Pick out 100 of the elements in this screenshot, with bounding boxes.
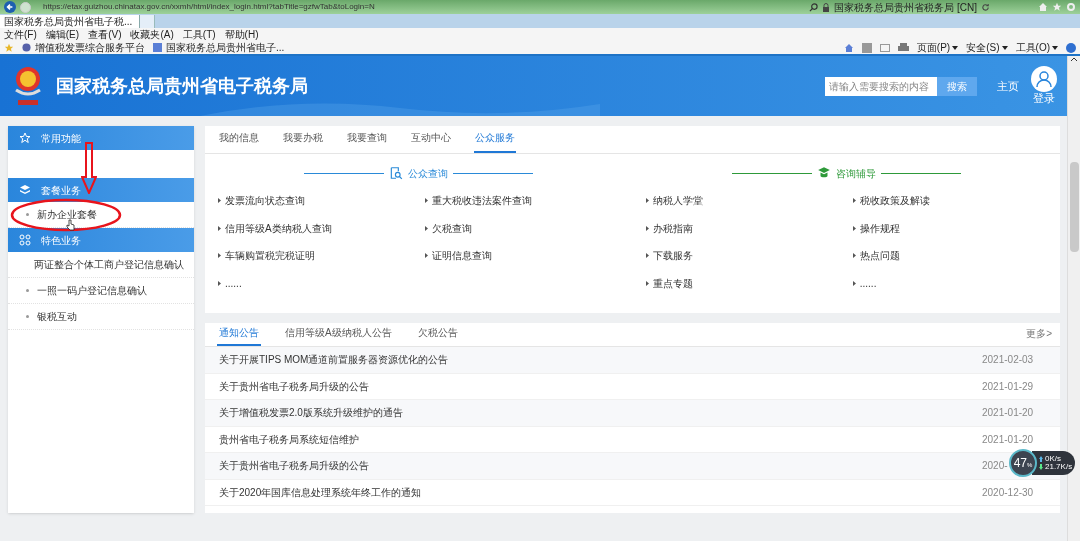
notice-title: 关于2020年国库信息处理系统年终工作的通知 (219, 485, 422, 500)
triangle-icon (218, 198, 221, 204)
sidebar-section-header[interactable]: 套餐业务 (8, 178, 194, 202)
command-menu[interactable]: 安全(S) (966, 42, 1000, 53)
hand-cursor-icon (66, 219, 75, 231)
service-link[interactable]: 操作规程 (859, 220, 900, 236)
down-arrow-annotation (81, 142, 97, 194)
sidebar-section-header[interactable]: 常用功能 (8, 126, 194, 150)
triangle-icon (425, 253, 429, 259)
help-icon[interactable] (1066, 42, 1076, 53)
service-tab[interactable]: 我的信息 (218, 130, 260, 153)
caret-icon[interactable] (1052, 45, 1058, 50)
site-identity[interactable]: 国家税务总局贵州省税务局 [CN] (834, 0, 977, 15)
menu-item[interactable]: 文件(F) (4, 29, 37, 40)
download-arrow-icon (1039, 464, 1043, 470)
scrollbar-thumb[interactable] (1069, 162, 1079, 252)
search-icon[interactable] (809, 2, 819, 12)
notice-date: 2021-01-20 (982, 406, 1034, 421)
triangle-icon (218, 280, 221, 286)
notice-date: 2020- (982, 459, 1008, 474)
notice-title: 关于贵州省电子税务局升级的公告 (219, 379, 369, 394)
service-link[interactable]: ...... (859, 275, 877, 291)
group-heading: 咨询辅导 (835, 166, 876, 181)
service-link[interactable]: 下载服务 (652, 248, 693, 264)
favorite-link[interactable]: 国家税务总局贵州省电子... (166, 42, 285, 53)
star-icon[interactable] (1052, 2, 1062, 12)
service-tab[interactable]: 我要查询 (346, 130, 388, 153)
service-link[interactable]: 欠税查询 (432, 220, 473, 236)
triangle-icon (645, 253, 649, 259)
section-title: 常用功能 (41, 131, 81, 146)
notice-tab[interactable]: 欠税公告 (415, 325, 460, 346)
notice-date: 2021-01-20 (982, 432, 1034, 447)
sidebar-section-header[interactable]: 特色业务 (8, 228, 194, 252)
triangle-icon (852, 225, 856, 231)
command-menu[interactable]: 页面(P) (916, 42, 951, 53)
more-link[interactable]: 更多> (1026, 326, 1052, 346)
service-tab[interactable]: 我要办税 (282, 130, 324, 153)
browser-tab[interactable]: 国家税务总局贵州省电子税... (0, 15, 140, 28)
caret-icon[interactable] (952, 45, 959, 50)
section-title: 套餐业务 (41, 183, 81, 198)
item-label: 两证整合个体工商户登记信息确认 (34, 258, 184, 272)
triangle-icon (218, 253, 221, 259)
printer-icon[interactable] (897, 42, 909, 53)
sidebar-item[interactable]: 银税互动 (8, 304, 194, 330)
service-tab[interactable]: 互动中心 (410, 130, 452, 153)
service-link[interactable]: 纳税人学堂 (652, 193, 703, 209)
notice-date: 2021-01-29 (982, 379, 1034, 394)
section-title: 特色业务 (41, 233, 81, 248)
notice-title: 关于增值税发票2.0版系统升级维护的通告 (219, 406, 403, 421)
service-link[interactable]: 办税指南 (652, 220, 693, 236)
home-icon[interactable] (843, 42, 854, 53)
home-icon[interactable] (1038, 2, 1048, 12)
lock-icon (822, 2, 831, 12)
notice-tab[interactable]: 信用等级A级纳税人公告 (283, 325, 394, 346)
forward-button[interactable] (20, 1, 31, 13)
triangle-icon (218, 225, 221, 231)
service-link[interactable]: ...... (225, 275, 242, 291)
item-label: 新办企业套餐 (37, 208, 97, 222)
sidebar-item[interactable]: 两证整合个体工商户登记信息确认 (8, 252, 194, 278)
menu-item[interactable]: 收藏夹(A) (130, 29, 174, 40)
user-avatar-icon[interactable] (1031, 66, 1057, 93)
triangle-icon (425, 225, 429, 231)
service-link[interactable]: 信用等级A类纳税人查询 (225, 220, 332, 236)
graduate-icon (816, 166, 831, 180)
service-link[interactable]: 税收政策及解读 (859, 193, 930, 209)
service-link[interactable]: 车辆购置税完税证明 (225, 248, 315, 264)
service-link[interactable]: 证明信息查询 (432, 248, 493, 264)
scroll-up-icon[interactable] (1070, 56, 1078, 62)
notice-title: 关于贵州省电子税务局升级的公告 (219, 459, 369, 474)
mail-icon[interactable] (879, 43, 890, 52)
address-field[interactable]: https://etax.guizhou.chinatax.gov.cn/xxmh/html/index_login.html?tabTitle=gzfwTab&toLogin=N (43, 1, 806, 13)
search-field[interactable]: 请输入需要搜索的内容 (825, 76, 937, 96)
service-link[interactable]: 发票流向状态查询 (225, 193, 305, 209)
menu-item[interactable]: 工具(T) (182, 29, 216, 40)
globe-icon (22, 43, 31, 52)
service-link[interactable]: 热点问题 (859, 248, 900, 264)
settings-icon[interactable] (1066, 2, 1076, 12)
site-title: 国家税务总局贵州省电子税务局 (56, 74, 308, 98)
notice-row[interactable]: 关于增值税发票2.0版系统升级维护的通告 2021-01-20 (205, 400, 1060, 427)
menu-item[interactable]: 编辑(E) (45, 29, 80, 40)
favorites-star-icon[interactable] (4, 42, 14, 53)
triangle-icon (852, 253, 856, 259)
grid-icon (19, 234, 31, 246)
menu-item[interactable]: 查看(V) (88, 29, 122, 40)
service-tab[interactable]: 公众服务 (474, 130, 516, 153)
refresh-icon[interactable] (981, 2, 990, 12)
favorite-link[interactable]: 增值税发票综合服务平台 (35, 42, 145, 53)
sidebar-item[interactable]: 一照一码户登记信息确认 (8, 278, 194, 304)
service-link[interactable]: 重大税收违法案件查询 (432, 193, 533, 209)
bullet-icon (26, 213, 29, 216)
upload-speed: 0K/s (1045, 455, 1061, 463)
command-menu[interactable]: 工具(O) (1015, 42, 1050, 53)
menu-item[interactable]: 帮助(H) (224, 29, 259, 40)
back-button[interactable] (4, 1, 16, 13)
notice-row[interactable]: 关于开展TIPS MOM通道前置服务器资源优化的公告 2021-02-03 (205, 347, 1060, 374)
caret-icon[interactable] (1001, 45, 1008, 50)
item-label: 银税互动 (37, 310, 77, 324)
triangle-icon (852, 198, 856, 204)
service-link[interactable]: 重点专题 (652, 275, 693, 291)
triangle-icon (852, 280, 856, 286)
